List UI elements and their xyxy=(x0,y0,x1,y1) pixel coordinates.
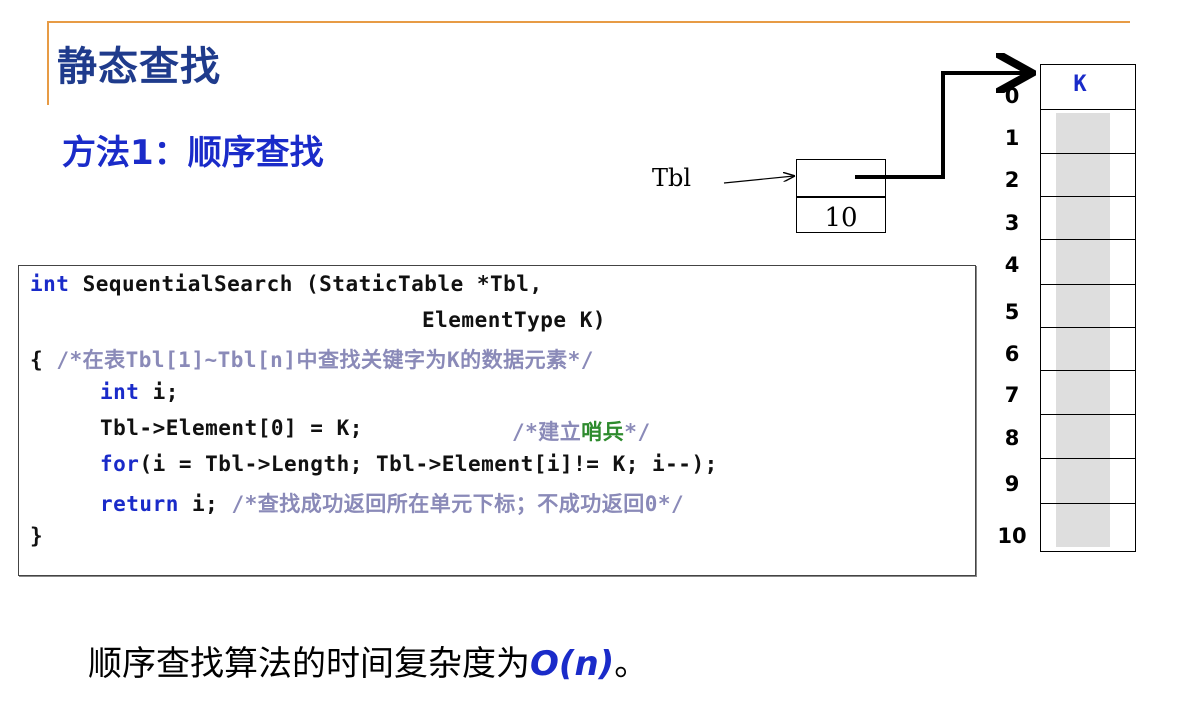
array-index: 4 xyxy=(1004,253,1020,277)
array-index: 0 xyxy=(1004,84,1020,108)
code-text: i; xyxy=(178,492,219,516)
sentinel-word: 哨兵 xyxy=(581,420,625,444)
array-index: 1 xyxy=(1004,126,1020,150)
code-keyword: for xyxy=(100,452,140,476)
array-index: 3 xyxy=(1004,211,1020,235)
code-text: i; xyxy=(139,380,179,404)
array-cell-border xyxy=(1040,239,1136,241)
code-line-8: } xyxy=(30,524,43,548)
array-index: 9 xyxy=(1004,472,1020,496)
code-keyword: return xyxy=(100,492,179,516)
array-index: 8 xyxy=(1004,426,1020,450)
complexity-text: 顺序查找算法的时间复杂度为 xyxy=(88,644,530,684)
array-index: 10 xyxy=(997,524,1027,548)
code-line-5: Tbl->Element[0] = K; xyxy=(100,416,363,440)
code-line-7: return i; /*查找成功返回所在单元下标；不成功返回0*/ xyxy=(100,488,684,518)
code-comment: */ xyxy=(624,420,651,444)
array-cell-border xyxy=(1040,153,1136,155)
big-o-notation: O(n) xyxy=(530,644,615,684)
array-cell-border xyxy=(1040,370,1136,372)
array-index: 6 xyxy=(1004,342,1020,366)
tbl-pointer-arrow xyxy=(723,176,794,184)
array-cell-border xyxy=(1040,414,1136,416)
array-cells-shade xyxy=(1056,113,1110,547)
array-cell-border xyxy=(1040,458,1136,460)
array-cell-border xyxy=(1040,284,1136,286)
code-comment: /*查找成功返回所在单元下标；不成功返回0*/ xyxy=(231,492,685,516)
code-line-5-comment: /*建立哨兵*/ xyxy=(512,416,651,446)
code-comment: /*建立 xyxy=(512,420,582,444)
array-cell-border xyxy=(1040,196,1136,198)
code-line-1: int SequentialSearch (StaticTable *Tbl, xyxy=(30,272,543,296)
code-text: ElementType K) xyxy=(422,308,607,332)
code-line-2: ElementType K) xyxy=(422,308,606,332)
complexity-statement: 顺序查找算法的时间复杂度为O(n)。 xyxy=(88,636,648,685)
code-brace: } xyxy=(30,524,44,548)
array-cell-border xyxy=(1040,109,1136,111)
sentinel-cell-label: K xyxy=(1073,72,1087,97)
code-line-4: int i; xyxy=(100,380,179,404)
code-text: SequentialSearch (StaticTable *Tbl, xyxy=(69,272,543,296)
array-cell-border xyxy=(1040,503,1136,505)
complexity-suffix: 。 xyxy=(614,644,649,684)
array-cell-border xyxy=(1040,327,1136,329)
code-keyword: int xyxy=(30,272,70,296)
code-line-6: for(i = Tbl->Length; Tbl->Element[i]!= K… xyxy=(100,452,718,476)
code-keyword: int xyxy=(100,380,140,404)
array-index: 5 xyxy=(1004,300,1020,324)
code-text: Tbl->Element[0] = K; xyxy=(100,416,363,440)
array-index: 7 xyxy=(1004,383,1020,407)
code-brace: { xyxy=(30,348,44,372)
code-text: (i = Tbl->Length; Tbl->Element[i]!= K; i… xyxy=(139,452,718,476)
code-line-3: { /*在表Tbl[1]~Tbl[n]中查找关键字为K的数据元素*/ xyxy=(30,344,594,374)
array-index: 2 xyxy=(1004,168,1020,192)
code-comment: /*在表Tbl[1]~Tbl[n]中查找关键字为K的数据元素*/ xyxy=(56,348,594,372)
